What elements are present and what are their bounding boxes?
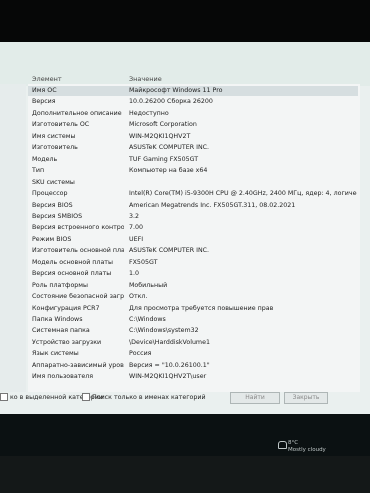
table-row[interactable]: Системная папка C:\Windows\system32 [28,326,358,336]
row-item-name: Состояние безопасной загру... [32,293,124,301]
row-item-value: Для просмотра требуется повышение прав [129,304,274,312]
table-row[interactable]: Процессор Intel(R) Core(TM) i5-9300H CPU … [28,189,358,199]
table-row[interactable]: Конфигурация PCR7 Для просмотра требуется… [28,304,358,314]
table-row[interactable]: Модель TUF Gaming FX505GT [28,155,358,165]
row-item-name: Версия [32,98,56,106]
table-row[interactable]: Тип Компьютер на базе x64 [28,166,358,176]
search-names-label: Поиск только в именах категорий [92,394,206,401]
close-button[interactable]: Закрыть [284,392,328,404]
screen-bezel [0,456,370,493]
row-item-value: \Device\HarddiskVolume1 [129,338,210,346]
table-row[interactable]: Устройство загрузки \Device\HarddiskVolum… [28,338,358,348]
row-item-value: Майкрософт Windows 11 Pro [129,87,223,94]
table-row[interactable]: Язык системы Россия [28,349,358,359]
row-item-value: Intel(R) Core(TM) i5-9300H CPU @ 2.40GHz… [129,190,357,198]
row-item-name: Изготовитель основной платы [32,247,124,255]
weather-temp: 8°C [288,440,299,446]
category-tree[interactable] [0,84,26,392]
search-bar: ко в выделенной категории Поиск только в… [0,392,370,414]
column-header-item[interactable]: Элемент [32,75,62,83]
row-item-value: WIN-M2QKI1QHV2T [129,132,191,140]
row-item-value: Мобильный [129,281,168,289]
row-item-name: Тип [32,167,45,175]
table-row[interactable]: Версия 10.0.26200 Сборка 26200 [28,97,358,107]
row-item-name: Изготовитель ОС [32,121,90,129]
row-item-name: Изготовитель [32,144,78,152]
row-item-value: C:\Windows [129,316,166,323]
row-item-name: Язык системы [32,350,79,358]
find-button[interactable]: Найти [230,392,280,404]
row-item-name: SKU системы [32,178,75,186]
row-item-value: UEFI [129,235,144,243]
table-row[interactable]: Версия встроенного контрол... 7.00 [28,223,358,233]
table-row[interactable]: Роль платформы Мобильный [28,281,358,291]
table-row[interactable]: SKU системы [28,178,358,188]
row-item-name: Устройство загрузки [32,338,102,346]
table-row[interactable]: Изготовитель ASUSTeK COMPUTER INC. [28,143,358,153]
row-item-name: Имя системы [32,132,76,140]
row-item-name: Системная папка [32,327,90,335]
row-item-value: WIN-M2QKI1QHV2T\user [129,373,207,381]
table-row[interactable]: Состояние безопасной загру... Откл. [28,292,358,302]
row-item-value: Microsoft Corporation [129,121,197,129]
row-item-name: Роль платформы [32,281,89,289]
row-item-name: Имя пользователя [32,373,94,381]
row-item-name: Модель основной платы [32,258,113,266]
row-item-name: Имя ОС [32,87,57,94]
row-item-value: ASUSTeK COMPUTER INC. [129,247,210,255]
weather-condition: Mostly cloudy [288,447,326,453]
table-row[interactable]: Версия BIOS American Megatrends Inc. FX50… [28,201,358,211]
search-selected-checkbox[interactable] [0,393,8,401]
row-item-name: Процессор [32,190,68,198]
row-item-value: 7.00 [129,224,144,232]
row-item-value: American Megatrends Inc. FX505GT.311, 08… [129,201,296,209]
table-row[interactable]: Аппаратно-зависимый уров... Версия = "10.… [28,361,358,371]
row-item-value: 3.2 [129,212,140,220]
table-row[interactable]: Версия SMBIOS 3.2 [28,212,358,222]
search-names-checkbox[interactable] [82,393,90,401]
row-item-value: Откл. [129,293,148,301]
row-item-name: Аппаратно-зависимый уров... [32,361,124,369]
table-row[interactable]: Дополнительное описание ... Недоступно [28,109,358,119]
column-header-value[interactable]: Значение [129,75,162,83]
table-row[interactable]: Модель основной платы FX505GT [28,258,358,268]
row-item-value: C:\Windows\system32 [129,327,199,335]
row-item-name: Папка Windows [32,316,83,323]
cloud-icon[interactable] [278,441,287,449]
row-item-value: Россия [129,350,152,358]
row-item-value: Компьютер на базе x64 [129,167,208,175]
table-row[interactable]: Изготовитель ОС Microsoft Corporation [28,120,358,130]
row-item-value: TUF Gaming FX505GT [129,155,199,163]
row-item-name: Версия встроенного контрол... [32,224,124,232]
weather-widget[interactable]: 8°C Mostly cloudy [288,440,326,454]
system-summary-list: Имя ОС Майкрософт Windows 11 Pro Версия 10.… [28,84,360,392]
row-item-value: ASUSTeK COMPUTER INC. [129,144,210,152]
table-row[interactable]: Папка Windows C:\Windows [28,315,358,325]
table-row[interactable]: Имя ОС Майкрософт Windows 11 Pro [28,86,358,97]
table-row[interactable]: Режим BIOS UEFI [28,235,358,245]
row-item-name: Дополнительное описание ... [32,109,124,117]
row-item-name: Конфигурация PCR7 [32,304,100,312]
table-row[interactable]: Изготовитель основной платы ASUSTeK COMPU… [28,246,358,256]
row-item-name: Версия SMBIOS [32,212,83,220]
table-row[interactable]: Имя системы WIN-M2QKI1QHV2T [28,132,358,142]
row-item-name: Модель [32,155,58,163]
row-item-name: Версия основной платы [32,270,112,278]
row-item-name: Режим BIOS [32,235,72,243]
table-row[interactable]: Версия основной платы 1.0 [28,269,358,279]
row-item-value: FX505GT [129,258,158,266]
row-item-value: Версия = "10.0.26100.1" [129,361,210,369]
row-item-name: Версия BIOS [32,201,73,209]
row-item-value: 10.0.26200 Сборка 26200 [129,98,213,106]
row-item-value: Недоступно [129,109,169,117]
row-item-value: 1.0 [129,270,140,278]
table-row[interactable]: Имя пользователя WIN-M2QKI1QHV2T\user [28,372,358,382]
